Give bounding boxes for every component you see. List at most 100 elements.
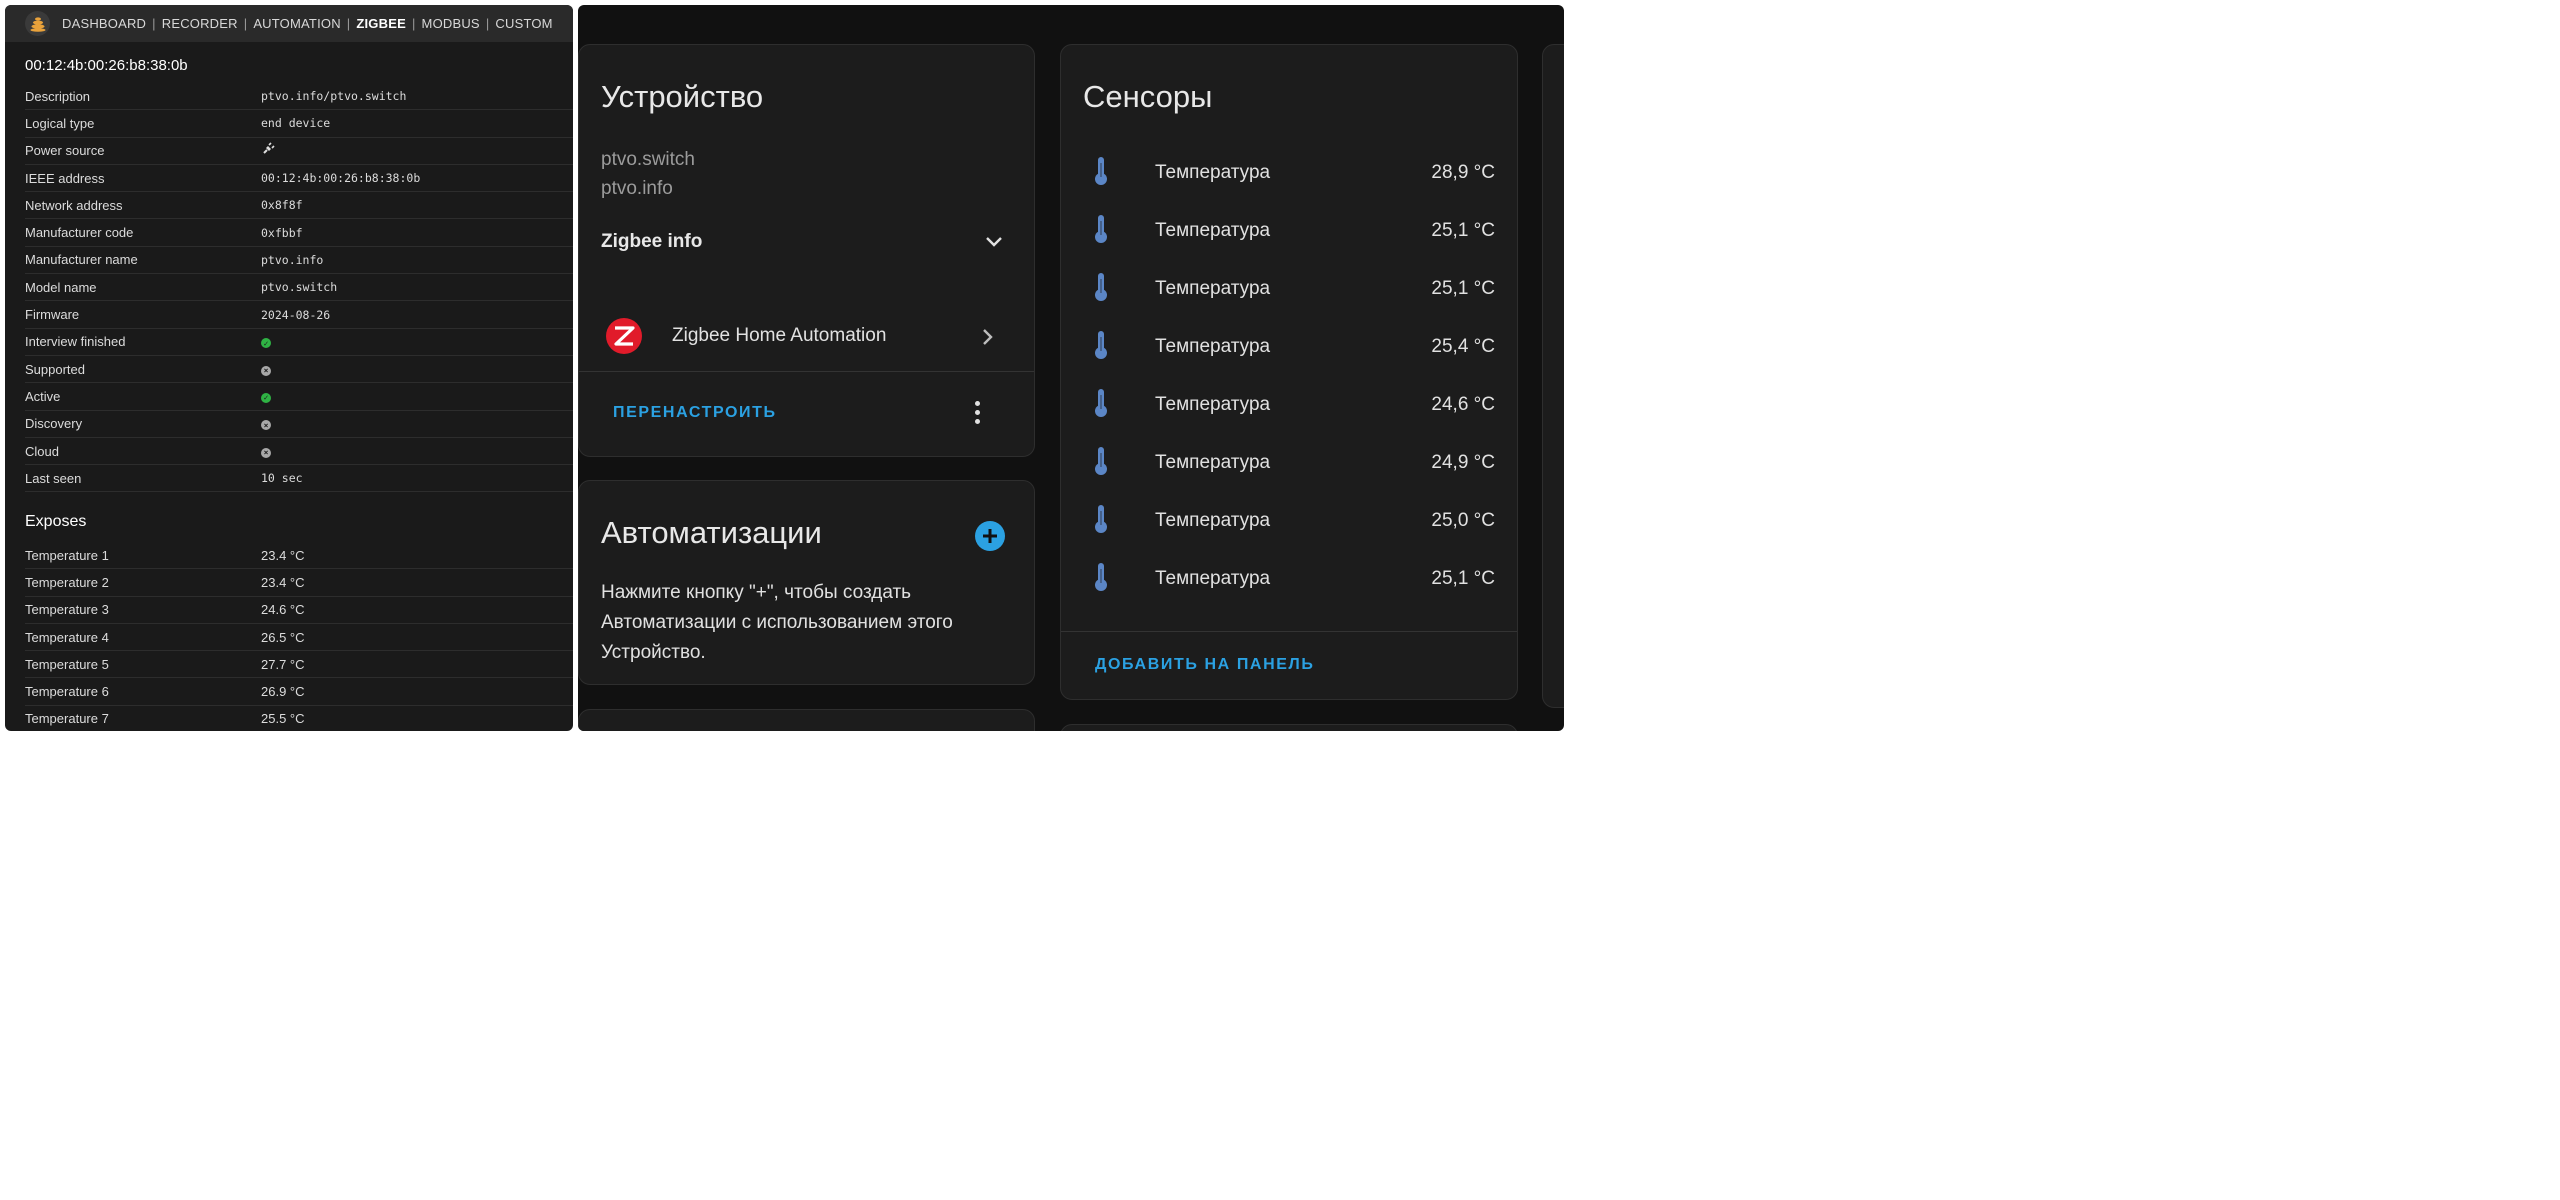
expose-value: 23.4 °C [261, 547, 305, 563]
property-value: ptvo.switch [261, 280, 338, 295]
sensor-row[interactable]: Температура 24,9 °C [1061, 434, 1519, 492]
more-options-icon[interactable] [971, 399, 983, 427]
property-row: Last seen 10 sec [25, 465, 573, 493]
property-key: Manufacturer name [25, 252, 138, 268]
property-key: Firmware [25, 307, 80, 323]
expose-row: Temperature 6 26.9 °C [25, 678, 573, 706]
zigbee-device-panel: DASHBOARD | RECORDER | AUTOMATION | ZIGB… [5, 5, 573, 731]
thermometer-icon [1091, 213, 1111, 250]
sensor-row[interactable]: Температура 25,0 °C [1061, 492, 1519, 550]
automations-help-text: Нажмите кнопку "+", чтобы создать Автома… [601, 578, 953, 668]
expose-row: Temperature 2 23.4 °C [25, 569, 573, 597]
property-row: Model name ptvo.switch [25, 274, 573, 302]
expose-key: Temperature 2 [25, 574, 109, 590]
sensor-value: 25,4 °C [1431, 336, 1495, 357]
thermometer-icon [1091, 155, 1111, 192]
nav-separator: | [485, 16, 490, 31]
expose-value: 24.6 °C [261, 602, 305, 618]
app-logo-icon[interactable] [25, 11, 50, 36]
sensor-row[interactable]: Температура 25,1 °C [1061, 202, 1519, 260]
sensor-name: Температура [1155, 336, 1271, 357]
nav-separator: | [152, 16, 156, 31]
add-automation-plus-icon[interactable] [975, 521, 1005, 551]
device-card-title: Устройство [601, 79, 764, 114]
sensor-name: Температура [1155, 510, 1271, 531]
property-value: end device [261, 116, 331, 131]
sensors-card-title: Сенсоры [1083, 79, 1213, 114]
property-row: Active ✓ [25, 383, 573, 411]
thermometer-icon [1091, 445, 1111, 482]
sensor-value: 24,9 °C [1431, 452, 1495, 473]
integration-row[interactable]: Zigbee Home Automation [579, 310, 1036, 362]
next-card-partial [1060, 724, 1518, 731]
sensor-row[interactable]: Температура 25,1 °C [1061, 550, 1519, 608]
chevron-right-icon [983, 329, 993, 345]
property-value: ptvo.info/ptvo.switch [261, 89, 407, 104]
expose-value: 27.7 °C [261, 656, 305, 672]
device-properties-table: Description ptvo.info/ptvo.switch Logical … [25, 83, 573, 493]
check-icon: ✓ [261, 335, 271, 349]
expose-row: Temperature 4 26.5 °C [25, 624, 573, 652]
sensor-row[interactable]: Температура 25,4 °C [1061, 318, 1519, 376]
card-divider [579, 371, 1034, 372]
thermometer-icon [1091, 503, 1111, 540]
add-to-panel-button[interactable]: ДОБАВИТЬ НА ПАНЕЛЬ [1095, 656, 1314, 674]
thermometer-icon [1091, 271, 1111, 308]
property-value: 0x8f8f [261, 198, 303, 213]
nav-automation[interactable]: AUTOMATION [253, 16, 340, 31]
property-value: ptvo.info [261, 252, 324, 267]
expose-value: 26.9 °C [261, 684, 305, 700]
expose-row: Temperature 5 27.7 °C [25, 651, 573, 679]
property-key: Network address [25, 197, 123, 213]
zigbee-info-expander[interactable]: Zigbee info [579, 221, 1036, 265]
sensors-card: Сенсоры Температура 28,9 °C Температура 25,… [1060, 44, 1518, 700]
sensor-name: Температура [1155, 568, 1271, 589]
sensor-name: Температура [1155, 278, 1271, 299]
sensor-row[interactable]: Температура 24,6 °C [1061, 376, 1519, 434]
automations-card: Автоматизации Нажмите кнопку "+", чтобы … [578, 480, 1035, 685]
cross-icon: × [261, 444, 271, 458]
top-navigation-bar: DASHBOARD | RECORDER | AUTOMATION | ZIGB… [5, 5, 573, 42]
expose-key: Temperature 4 [25, 629, 109, 645]
sensor-value: 25,0 °C [1431, 510, 1495, 531]
expose-key: Temperature 5 [25, 656, 109, 672]
next-card-partial [578, 709, 1035, 731]
sensor-value: 25,1 °C [1431, 568, 1495, 589]
property-key: Power source [25, 143, 105, 159]
sensor-value: 28,9 °C [1431, 162, 1495, 183]
property-value: 0xfbbf [261, 225, 303, 240]
expose-key: Temperature 3 [25, 602, 109, 618]
expose-value: 25.5 °C [261, 711, 305, 727]
property-row: Power source [25, 138, 573, 165]
nav-dashboard[interactable]: DASHBOARD [62, 16, 146, 31]
expose-value: 26.5 °C [261, 629, 305, 645]
zigbee-logo-icon [606, 318, 642, 354]
nav-zigbee[interactable]: ZIGBEE [356, 16, 406, 31]
expose-row: Temperature 7 25.5 °C [25, 706, 573, 731]
sensor-value: 24,6 °C [1431, 394, 1495, 415]
nav-custom[interactable]: CUSTOM [495, 16, 552, 31]
nav-recorder[interactable]: RECORDER [162, 16, 238, 31]
property-key: Manufacturer code [25, 225, 134, 241]
reconfigure-button[interactable]: ПЕРЕНАСТРОИТЬ [613, 404, 777, 422]
sensor-name: Температура [1155, 452, 1271, 473]
nav-modbus[interactable]: MODBUS [422, 16, 480, 31]
cross-icon: × [261, 362, 271, 376]
side-card-partial [1542, 44, 1564, 708]
property-value: 00:12:4b:00:26:b8:38:0b [261, 171, 421, 186]
property-row: Description ptvo.info/ptvo.switch [25, 83, 573, 111]
property-key: Last seen [25, 470, 82, 486]
expose-row: Temperature 1 23.4 °C [25, 542, 573, 570]
integration-label: Zigbee Home Automation [672, 325, 887, 346]
nav-separator: | [243, 16, 248, 31]
property-key: Discovery [25, 416, 83, 432]
expose-row: Temperature 3 24.6 °C [25, 597, 573, 624]
sensor-row[interactable]: Температура 28,9 °C [1061, 144, 1519, 202]
property-row: Discovery × [25, 411, 573, 438]
property-row: Cloud × [25, 438, 573, 466]
sensor-row[interactable]: Температура 25,1 °C [1061, 260, 1519, 318]
property-key: Description [25, 88, 91, 104]
property-row: Network address 0x8f8f [25, 192, 573, 220]
device-info-card: Устройство ptvo.switch ptvo.info Zigbee … [578, 44, 1035, 457]
help-line: Устройство. [601, 642, 706, 663]
